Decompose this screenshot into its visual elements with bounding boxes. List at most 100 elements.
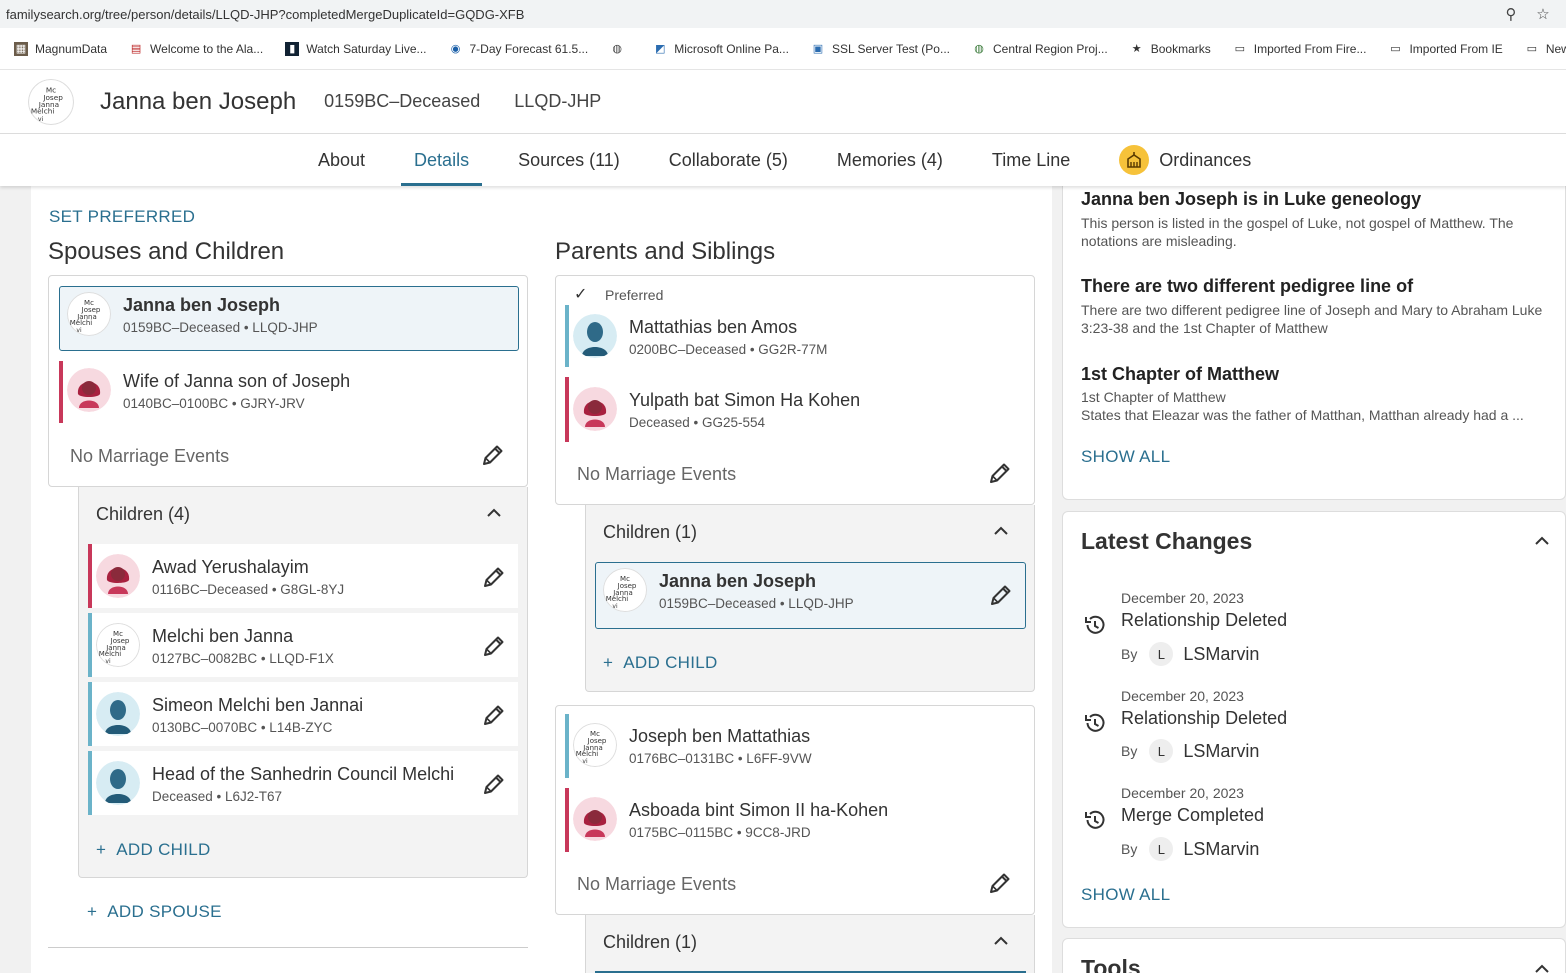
bookmark-item[interactable]: ▤ Welcome to the Ala... <box>129 42 263 56</box>
note-title[interactable]: Janna ben Joseph is in Luke geneology <box>1081 189 1551 210</box>
portrait-avatar[interactable] <box>28 79 74 125</box>
child-row[interactable]: Simeon Melchi ben Jannai 0130BC–0070BC •… <box>88 682 518 746</box>
bookmark-item[interactable]: ▭ Imported From Fire... <box>1233 42 1367 56</box>
bookmark-item[interactable]: ▦ MagnumData <box>14 41 107 56</box>
change-item[interactable]: December 20, 2023 Merge Completed By L L… <box>1081 785 1541 865</box>
mother-person[interactable]: Yulpath bat Simon Ha Kohen Deceased • GG… <box>573 387 860 431</box>
tab-memories[interactable]: Memories (4) <box>824 134 956 186</box>
child-person[interactable]: Head of the Sanhedrin Council Melchi Dec… <box>96 761 454 805</box>
weather-icon: ◉ <box>450 43 461 55</box>
change-item[interactable]: December 20, 2023 Relationship Deleted B… <box>1081 688 1541 768</box>
star-icon[interactable]: ☆ <box>1534 5 1552 23</box>
address-bar[interactable]: familysearch.org/tree/person/details/LLQ… <box>0 0 1566 28</box>
child-name[interactable]: Head of the Sanhedrin Council Melchi <box>152 763 454 785</box>
bookmark-item[interactable]: ▭ Imported From IE <box>1388 42 1503 56</box>
add-child-button[interactable]: + ADD CHILD <box>603 653 718 673</box>
tab-timeline[interactable]: Time Line <box>979 134 1083 186</box>
wife-details: 0140BC–0100BC • GJRY-JRV <box>123 395 305 411</box>
child-name[interactable]: Melchi ben Janna <box>152 625 334 647</box>
edit-pencil-icon[interactable] <box>480 442 506 468</box>
child-person[interactable]: Simeon Melchi ben Jannai 0130BC–0070BC •… <box>96 692 363 736</box>
change-type[interactable]: Relationship Deleted <box>1121 708 1287 729</box>
child-row[interactable]: Melchi ben Janna 0127BC–0082BC • LLQD-F1… <box>88 613 518 677</box>
changes-show-all-link[interactable]: SHOW ALL <box>1081 885 1170 905</box>
husband-person[interactable]: Janna ben Joseph 0159BC–Deceased • LLQD-… <box>67 292 318 336</box>
tab-ordinances[interactable]: Ordinances <box>1106 134 1264 186</box>
bookmark-item[interactable]: ▭NewHom <box>1525 42 1566 56</box>
mother-name[interactable]: Yulpath bat Simon Ha Kohen <box>629 389 860 411</box>
chevron-up-icon[interactable] <box>1533 963 1551 973</box>
change-user[interactable]: LSMarvin <box>1183 644 1259 665</box>
wife-name[interactable]: Wife of Janna son of Joseph <box>123 370 350 392</box>
change-user[interactable]: LSMarvin <box>1183 839 1259 860</box>
change-type[interactable]: Merge Completed <box>1121 805 1264 826</box>
person-id[interactable]: LLQD-JHP <box>514 91 601 112</box>
mother-name[interactable]: Asboada bint Simon II ha-Kohen <box>629 799 888 821</box>
child-details: Deceased • L6J2-T67 <box>152 788 283 804</box>
mother-person[interactable]: Asboada bint Simon II ha-Kohen 0175BC–01… <box>573 797 888 841</box>
child-person[interactable]: Janna ben Joseph 0159BC–Deceased • LLQD-… <box>603 568 854 612</box>
bookmarks-bar: ▦ MagnumData ▤ Welcome to the Ala... ▮ Watc… <box>0 28 1566 70</box>
edit-pencil-icon[interactable] <box>987 460 1013 486</box>
edit-pencil-icon[interactable] <box>481 564 507 590</box>
bookmark-item[interactable]: ▮ Watch Saturday Live... <box>285 41 427 56</box>
change-type[interactable]: Relationship Deleted <box>1121 610 1287 631</box>
father-person[interactable]: Joseph ben Mattathias 0176BC–0131BC • L6… <box>573 723 812 767</box>
wife-person[interactable]: Wife of Janna son of Joseph 0140BC–0100B… <box>67 368 350 412</box>
male-avatar <box>96 692 140 736</box>
children-header[interactable]: Children (1) <box>603 522 697 543</box>
children-header[interactable]: Children (1) <box>603 932 697 953</box>
tab-about[interactable]: About <box>305 134 378 186</box>
note-item[interactable]: There are two different pedigree line of… <box>1081 276 1551 337</box>
note-title[interactable]: There are two different pedigree line of <box>1081 276 1551 297</box>
url-text[interactable]: familysearch.org/tree/person/details/LLQ… <box>6 7 1502 22</box>
change-item[interactable]: December 20, 2023 Relationship Deleted B… <box>1081 590 1541 670</box>
tab-sources[interactable]: Sources (11) <box>505 134 633 186</box>
chevron-up-icon[interactable] <box>485 507 503 519</box>
notes-show-all-link[interactable]: SHOW ALL <box>1081 447 1170 467</box>
bookmark-item[interactable]: ▣ SSL Server Test (Po... <box>811 42 950 56</box>
child-row[interactable]: Awad Yerushalayim 0116BC–Deceased • G8GL… <box>88 544 518 608</box>
tab-details[interactable]: Details <box>401 134 483 186</box>
male-avatar <box>96 761 140 805</box>
edit-pencil-icon[interactable] <box>481 702 507 728</box>
bookmark-item[interactable]: ◍ Central Region Proj... <box>972 42 1108 56</box>
note-item[interactable]: 1st Chapter of Matthew 1st Chapter of Ma… <box>1081 364 1551 424</box>
bookmark-item[interactable]: ◉ 7-Day Forecast 61.5... <box>449 42 589 56</box>
mother-details: Deceased • GG25-554 <box>629 414 766 430</box>
edit-pencil-icon[interactable] <box>988 582 1014 608</box>
father-person[interactable]: Mattathias ben Amos 0200BC–Deceased • GG… <box>573 314 827 358</box>
chevron-up-icon[interactable] <box>1533 535 1551 547</box>
page-title: Janna ben Joseph <box>100 87 297 115</box>
edit-pencil-icon[interactable] <box>481 633 507 659</box>
note-title[interactable]: 1st Chapter of Matthew <box>1081 364 1551 385</box>
bookmark-item[interactable]: ◍ <box>610 42 631 56</box>
chevron-up-icon[interactable] <box>992 525 1010 537</box>
tab-collaborate[interactable]: Collaborate (5) <box>656 134 801 186</box>
child-name[interactable]: Awad Yerushalayim <box>152 556 344 578</box>
child-row[interactable]: Head of the Sanhedrin Council Melchi Dec… <box>88 751 518 815</box>
note-item[interactable]: Janna ben Joseph is in Luke geneology Th… <box>1081 189 1551 250</box>
chevron-up-icon[interactable] <box>992 935 1010 947</box>
set-preferred-link[interactable]: SET PREFERRED <box>49 207 195 227</box>
change-date: December 20, 2023 <box>1121 785 1244 801</box>
father-name[interactable]: Joseph ben Mattathias <box>629 725 812 747</box>
tv-icon: ▮ <box>285 41 300 56</box>
edit-pencil-icon[interactable] <box>481 771 507 797</box>
add-child-button[interactable]: + ADD CHILD <box>96 840 211 860</box>
child-person[interactable]: Awad Yerushalayim 0116BC–Deceased • G8GL… <box>96 554 344 598</box>
bookmark-item[interactable]: ★ Bookmarks <box>1130 42 1211 56</box>
bookmark-item[interactable]: ◩ Microsoft Online Pa... <box>653 42 789 56</box>
child-name[interactable]: Simeon Melchi ben Jannai <box>152 694 363 716</box>
father-name[interactable]: Mattathias ben Amos <box>629 316 827 338</box>
edit-pencil-icon[interactable] <box>987 870 1013 896</box>
child-person[interactable]: Melchi ben Janna 0127BC–0082BC • LLQD-F1… <box>96 623 334 667</box>
husband-name[interactable]: Janna ben Joseph <box>123 294 318 316</box>
children-header[interactable]: Children (4) <box>96 504 190 525</box>
child-name[interactable]: Janna ben Joseph <box>659 570 854 592</box>
zoom-icon[interactable]: ⚲ <box>1502 5 1520 23</box>
change-user[interactable]: LSMarvin <box>1183 741 1259 762</box>
ms-icon: ◩ <box>655 43 666 55</box>
female-bar <box>59 361 63 423</box>
add-spouse-button[interactable]: + ADD SPOUSE <box>87 902 222 922</box>
